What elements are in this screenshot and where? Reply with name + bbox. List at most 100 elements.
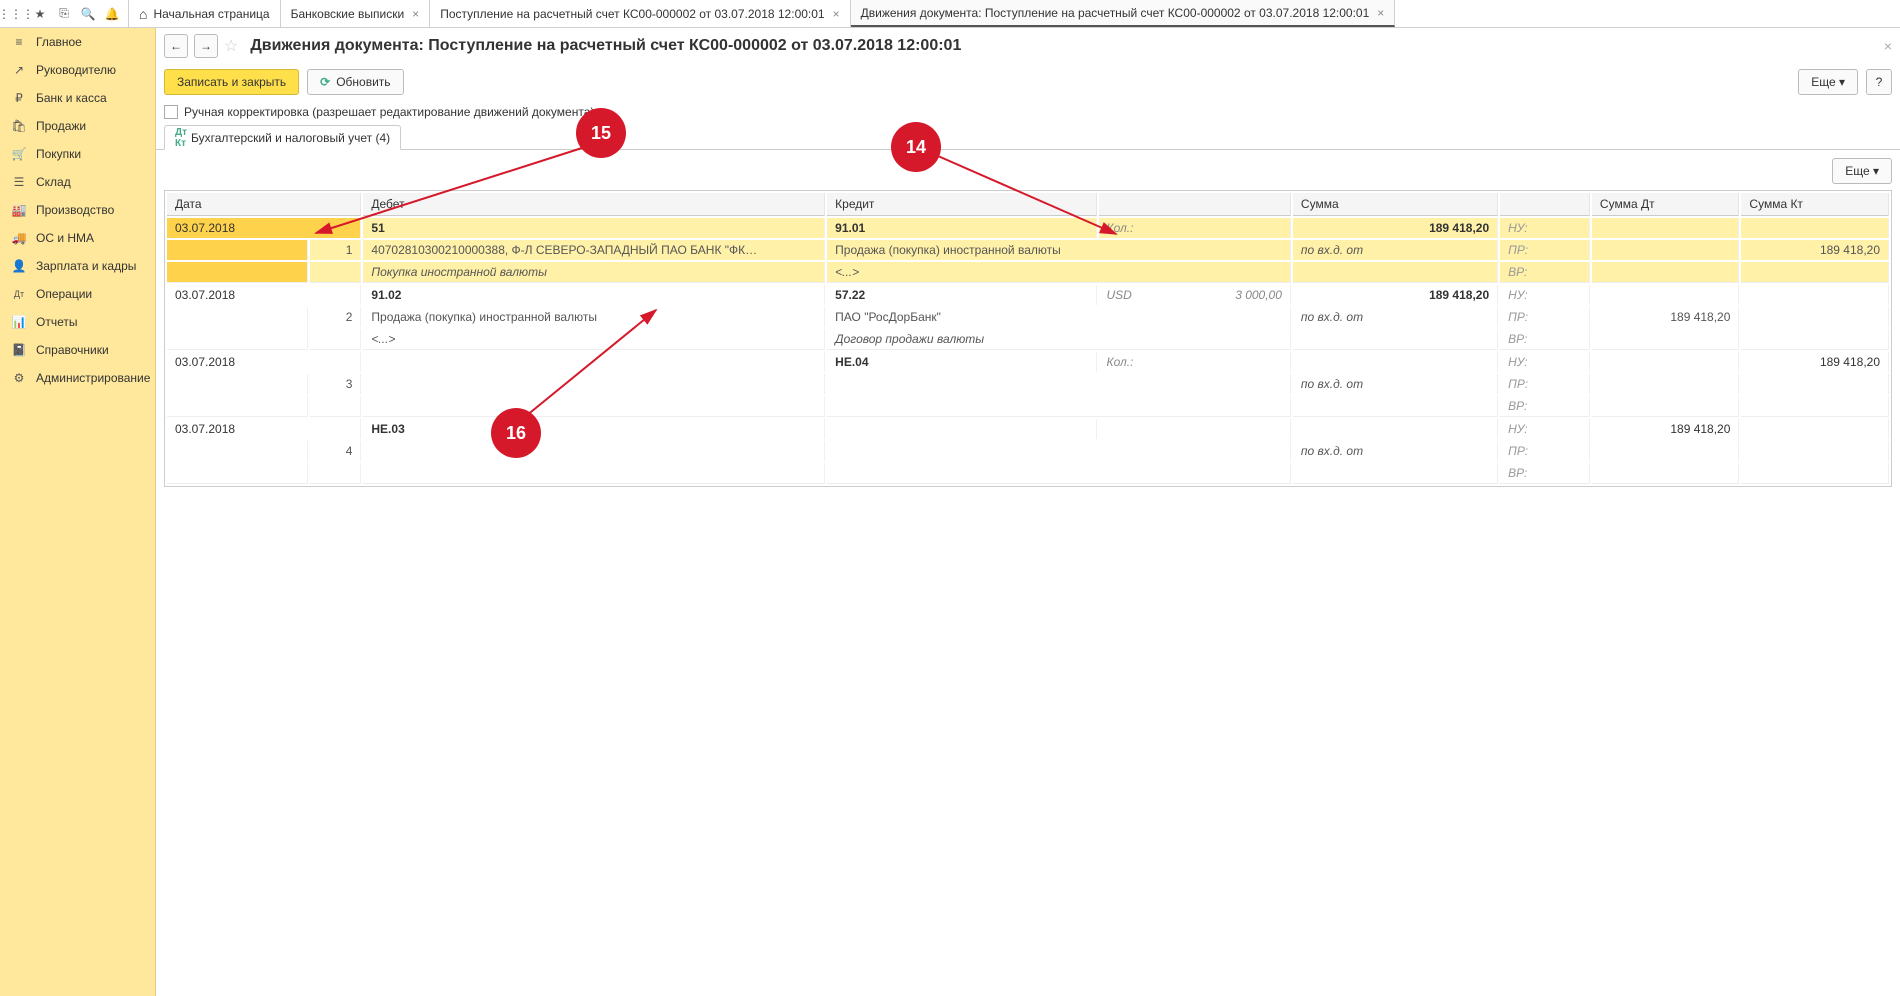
table-row[interactable]: 2 Продажа (покупка) иностранной валюты П… — [167, 307, 1889, 327]
sidebar-item-salary[interactable]: 👤 Зарплата и кадры — [0, 252, 155, 280]
page-title: Движения документа: Поступление на расче… — [250, 37, 961, 55]
close-icon[interactable]: × — [1377, 6, 1384, 20]
col-sum-dt[interactable]: Сумма Дт — [1592, 193, 1740, 216]
sidebar-item-operations[interactable]: Дт Операции — [0, 280, 155, 308]
sidebar-item-warehouse[interactable]: ☰ Склад — [0, 168, 155, 196]
table-row[interactable]: 03.07.2018 НЕ.03 НУ: 189 418,20 — [167, 419, 1889, 439]
table-row[interactable]: 03.07.2018 51 91.01 Кол.: 189 418,20 НУ: — [167, 218, 1889, 238]
bell-icon[interactable]: 🔔 — [100, 2, 124, 26]
tab-bar: Начальная страница Банковские выписки × П… — [129, 0, 1395, 27]
col-sum-lbl — [1500, 193, 1590, 216]
gear-icon: ⚙ — [10, 371, 28, 385]
sidebar-item-production[interactable]: 🏭 Производство — [0, 196, 155, 224]
sidebar-item-label: Отчеты — [36, 315, 77, 329]
button-label: Еще ▾ — [1845, 164, 1879, 178]
person-icon: 👤 — [10, 259, 28, 273]
sidebar-item-bank[interactable]: ₽ Банк и касса — [0, 84, 155, 112]
help-button[interactable]: ? — [1866, 69, 1892, 95]
list-icon: ☰ — [10, 175, 28, 189]
table-row[interactable]: 03.07.2018 НЕ.04 Кол.: НУ: 189 418,20 — [167, 352, 1889, 372]
top-toolbar: ⋮⋮⋮ ★ ⎘ 🔍 🔔 Начальная страница Банковски… — [0, 0, 1900, 28]
tab-label: Движения документа: Поступление на расче… — [861, 6, 1370, 20]
sidebar-item-label: Главное — [36, 35, 82, 49]
sidebar-item-label: Администрирование — [36, 371, 150, 385]
sidebar-item-label: Продажи — [36, 119, 86, 133]
sidebar-item-admin[interactable]: ⚙ Администрирование — [0, 364, 155, 392]
back-button[interactable]: ← — [164, 34, 188, 58]
col-credit[interactable]: Кредит — [827, 193, 1096, 216]
table-row[interactable]: 3 по вх.д. от ПР: — [167, 374, 1889, 394]
sidebar-item-purchases[interactable]: 🛒Покупки — [0, 140, 155, 168]
table-row[interactable]: 03.07.2018 91.02 57.22 USD 3 000,00 189 … — [167, 285, 1889, 305]
sidebar-item-catalogs[interactable]: 📓 Справочники — [0, 336, 155, 364]
book-icon: 📓 — [10, 343, 28, 357]
tab-label: Банковские выписки — [291, 7, 405, 21]
col-credit-qty — [1099, 193, 1291, 216]
sidebar-item-label: Склад — [36, 175, 71, 189]
tab-label: Начальная страница — [153, 7, 269, 21]
sidebar-item-label: Операции — [36, 287, 92, 301]
tab-movements[interactable]: Движения документа: Поступление на расче… — [851, 0, 1396, 27]
clipboard-icon[interactable]: ⎘ — [52, 2, 76, 26]
sidebar-item-label: Справочники — [36, 343, 109, 357]
close-icon[interactable]: × — [412, 7, 419, 21]
manual-edit-checkbox[interactable] — [164, 105, 178, 119]
col-sum-kt[interactable]: Сумма Кт — [1741, 193, 1889, 216]
tab-bank-statements[interactable]: Банковские выписки × — [281, 0, 431, 27]
sidebar-item-label: Руководителю — [36, 63, 116, 77]
sidebar-item-label: Банк и касса — [36, 91, 107, 105]
table-row[interactable]: 1 40702810300210000388, Ф-Л СЕВЕРО-ЗАПАД… — [167, 240, 1889, 260]
trend-icon: ↗ — [10, 63, 28, 77]
col-date[interactable]: Дата — [167, 193, 361, 216]
accounting-grid[interactable]: Дата Дебет Кредит Сумма Сумма Дт Сумма К… — [164, 190, 1892, 487]
grid-more-button[interactable]: Еще ▾ — [1832, 158, 1892, 184]
sidebar-item-reports[interactable]: 📊 Отчеты — [0, 308, 155, 336]
table-row[interactable]: ВР: — [167, 463, 1889, 484]
table-row[interactable]: 4 по вх.д. от ПР: — [167, 441, 1889, 461]
close-page-icon[interactable]: × — [1884, 38, 1892, 54]
bag-icon: 🛍 — [10, 119, 28, 133]
table-row[interactable]: Покупка иностранной валюты <...> ВР: — [167, 262, 1889, 283]
tab-home[interactable]: Начальная страница — [129, 0, 281, 27]
table-row[interactable]: ВР: — [167, 396, 1889, 417]
table-row[interactable]: <...> Договор продажи валюты ВР: — [167, 329, 1889, 350]
sidebar-item-main[interactable]: ≡ Главное — [0, 28, 155, 56]
tab-receipt[interactable]: Поступление на расчетный счет КС00-00000… — [430, 0, 850, 27]
sidebar-item-manager[interactable]: ↗ Руководителю — [0, 56, 155, 84]
button-label: ? — [1876, 75, 1883, 89]
dtkt-icon: ДтКт — [175, 127, 187, 149]
sidebar-item-label: Покупки — [36, 147, 81, 161]
content-area: ← → ☆ Движения документа: Поступление на… — [156, 28, 1900, 996]
favorite-star-icon[interactable]: ☆ — [224, 36, 238, 56]
refresh-button[interactable]: Обновить — [307, 69, 403, 95]
tab-label: Бухгалтерский и налоговый учет (4) — [191, 131, 390, 145]
button-label: Обновить — [336, 75, 390, 89]
refresh-icon — [320, 75, 336, 89]
apps-icon[interactable]: ⋮⋮⋮ — [4, 2, 28, 26]
star-icon[interactable]: ★ — [28, 2, 52, 26]
factory-icon: 🏭 — [10, 203, 28, 217]
search-icon[interactable]: 🔍 — [76, 2, 100, 26]
truck-icon: 🚚 — [10, 231, 28, 245]
col-debet[interactable]: Дебет — [363, 193, 825, 216]
save-close-button[interactable]: Записать и закрыть — [164, 69, 299, 95]
button-label: Еще ▾ — [1811, 75, 1845, 89]
tab-accounting[interactable]: ДтКт Бухгалтерский и налоговый учет (4) — [164, 125, 401, 150]
manual-edit-label: Ручная корректировка (разрешает редактир… — [184, 105, 594, 119]
sidebar-item-sales[interactable]: 🛍 Продажи — [0, 112, 155, 140]
sidebar-item-label: ОС и НМА — [36, 231, 94, 245]
col-sum[interactable]: Сумма — [1293, 193, 1498, 216]
tab-label: Поступление на расчетный счет КС00-00000… — [440, 7, 824, 21]
sidebar: ≡ Главное ↗ Руководителю ₽ Банк и касса 🛍 Пр… — [0, 28, 156, 996]
menu-icon: ≡ — [10, 35, 28, 49]
forward-button[interactable]: → — [194, 34, 218, 58]
button-label: Записать и закрыть — [177, 75, 286, 89]
sidebar-item-assets[interactable]: 🚚 ОС и НМА — [0, 224, 155, 252]
ruble-icon: ₽ — [10, 91, 28, 105]
chart-icon: 📊 — [10, 315, 28, 329]
more-button[interactable]: Еще ▾ — [1798, 69, 1858, 95]
dtkt-icon: Дт — [10, 289, 28, 299]
sidebar-item-label: Зарплата и кадры — [36, 259, 136, 273]
sidebar-item-label: Производство — [36, 203, 114, 217]
close-icon[interactable]: × — [833, 7, 840, 21]
